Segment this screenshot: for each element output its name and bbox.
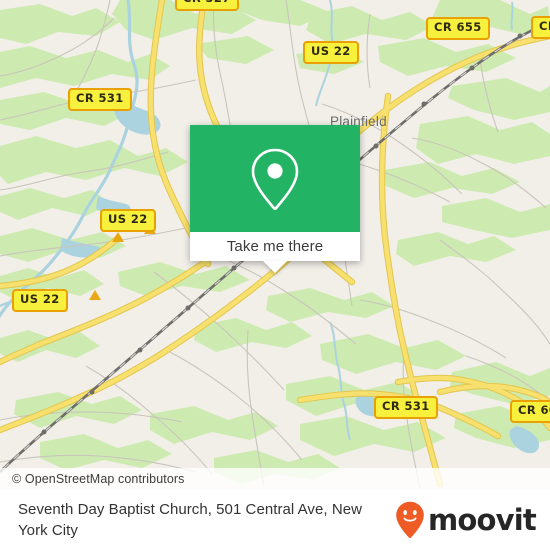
location-title: Seventh Day Baptist Church, 501 Central … — [18, 501, 362, 539]
road-shield-cr-531-lower[interactable]: CR 531 — [374, 396, 438, 419]
moovit-smiley-pin-icon — [396, 501, 424, 539]
road-shield-cr-655[interactable]: CR 655 — [426, 17, 490, 40]
road-shield-cr-531-upper[interactable]: CR 531 — [68, 88, 132, 111]
road-shield-cr-653[interactable]: CR 653 — [531, 16, 550, 39]
popup-image-area — [190, 125, 360, 232]
take-me-there-button[interactable]: Take me there — [190, 232, 360, 261]
moovit-wordmark: moovit — [428, 502, 537, 537]
footer-bar: Seventh Day Baptist Church, 501 Central … — [0, 490, 550, 550]
road-shield-cr-527[interactable]: CR 527 — [175, 0, 239, 11]
road-shield-us-22-middle[interactable]: US 22 — [100, 209, 156, 232]
map-pin-icon — [251, 148, 299, 210]
road-shield-us-22-top[interactable]: US 22 — [303, 41, 359, 64]
map-screenshot: Plainfield CR 527 US 22 CR 655 CR 653 CR… — [0, 0, 550, 550]
moovit-logo[interactable]: moovit — [395, 501, 537, 539]
road-shield-us-22-left[interactable]: US 22 — [12, 289, 68, 312]
take-me-there-label: Take me there — [226, 238, 324, 255]
map-attribution-bar: © OpenStreetMap contributors — [0, 468, 550, 490]
openstreetmap-attribution[interactable]: © OpenStreetMap contributors — [0, 472, 185, 486]
road-shield-cr-602[interactable]: CR 602 — [510, 400, 550, 423]
map-canvas[interactable]: Plainfield CR 527 US 22 CR 655 CR 653 CR… — [0, 0, 550, 490]
location-popup-card[interactable]: Take me there — [190, 125, 360, 273]
popup-tail-pointer — [263, 261, 287, 273]
